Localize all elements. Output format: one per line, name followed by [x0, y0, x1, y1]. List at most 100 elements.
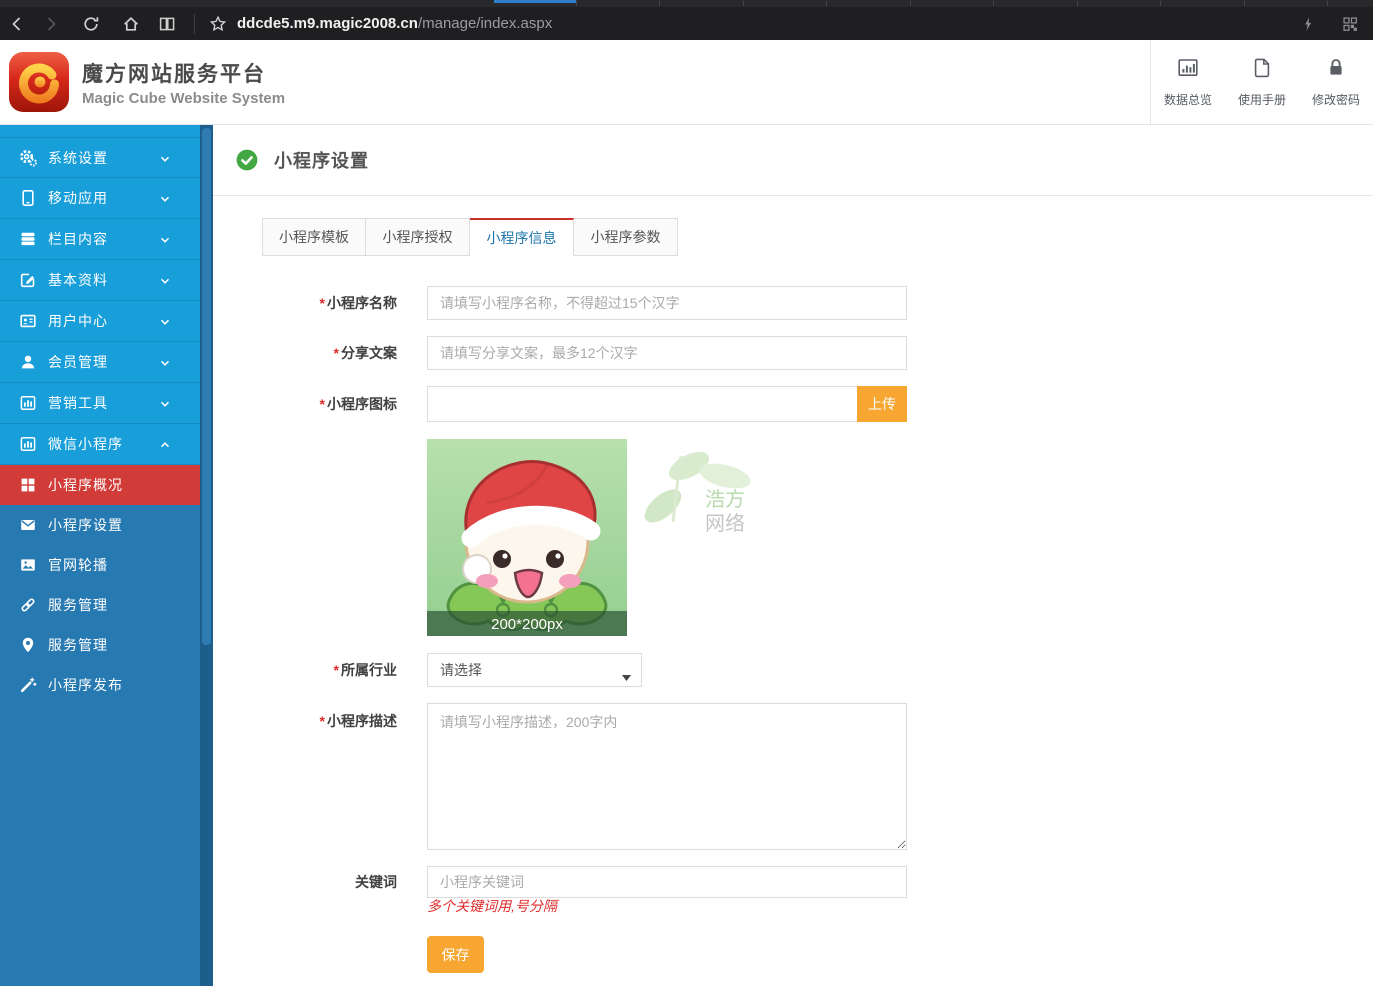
address-bar[interactable]: ddcde5.m9.magic2008.cn/manage/index.aspx: [237, 15, 1291, 32]
icon-preview-row: 200*200px 浩方 网络: [427, 439, 1373, 636]
label-text: 小程序名称: [327, 295, 397, 311]
icon-upload-field: 上传: [427, 386, 907, 422]
sidebar-item-mobile-app[interactable]: 移动应用: [0, 178, 200, 219]
sidebar-item-member-management[interactable]: 会员管理: [0, 342, 200, 383]
browser-toolbar: ddcde5.m9.magic2008.cn/manage/index.aspx: [0, 7, 1373, 40]
image-icon: [18, 555, 40, 575]
qr-code-icon[interactable]: [1333, 7, 1367, 40]
watermark-line1: 浩方: [705, 488, 745, 511]
sidebar-item-service-management-2[interactable]: 服务管理: [0, 625, 200, 665]
sidebar-item-label: 系统设置: [48, 148, 108, 168]
check-circle-icon: [236, 149, 258, 171]
icon-preview-image: 200*200px: [427, 439, 627, 636]
envelope-icon: [18, 515, 40, 535]
chevron-down-icon: [158, 152, 172, 171]
magic-cube-logo-icon: [8, 51, 70, 113]
data-overview-button[interactable]: 数据总览: [1151, 40, 1225, 124]
sidebar-scrollbar[interactable]: [200, 125, 213, 986]
tab-separator: [910, 1, 911, 6]
chevron-down-icon: [158, 192, 172, 211]
reading-list-button[interactable]: [150, 7, 184, 40]
sidebar-item-miniprogram-settings[interactable]: 小程序设置: [0, 505, 200, 545]
watermark: 浩方 网络: [637, 444, 752, 554]
label-text: 关键词: [355, 874, 397, 890]
sidebar-item-user-center[interactable]: 用户中心: [0, 301, 200, 342]
tab-label: 小程序模板: [279, 227, 349, 247]
watermark-line2: 网络: [705, 512, 745, 535]
sidebar-item-miniprogram-overview[interactable]: 小程序概况: [0, 465, 200, 505]
keywords-row: 关键词: [236, 866, 1373, 898]
flash-icon[interactable]: [1291, 7, 1325, 40]
tab-label: 小程序信息: [487, 228, 557, 248]
header-action-label: 修改密码: [1312, 91, 1360, 108]
sidebar-item-miniprogram-publish[interactable]: 小程序发布: [0, 665, 200, 705]
sidebar-item-label: 用户中心: [48, 311, 108, 331]
page-title: 小程序设置: [274, 147, 369, 173]
back-button[interactable]: [0, 7, 34, 40]
tab-separator: [1244, 1, 1245, 6]
lock-icon: [1324, 56, 1348, 85]
sidebar-item-marketing-tools[interactable]: 营销工具: [0, 383, 200, 424]
header-action-label: 使用手册: [1238, 91, 1286, 108]
tab-miniprogram-params[interactable]: 小程序参数: [574, 218, 678, 256]
tab-separator: [1077, 1, 1078, 6]
sidebar-item-website-carousel[interactable]: 官网轮播: [0, 545, 200, 585]
description-row: *小程序描述: [236, 703, 1373, 850]
tab-miniprogram-authorization[interactable]: 小程序授权: [366, 218, 470, 256]
document-icon: [1250, 56, 1274, 85]
description-label: *小程序描述: [236, 703, 397, 731]
label-text: 所属行业: [341, 662, 397, 678]
change-password-button[interactable]: 修改密码: [1299, 40, 1373, 124]
tab-separator: [659, 1, 660, 6]
industry-row: *所属行业 请选择: [236, 653, 1373, 687]
wand-icon: [18, 675, 40, 695]
miniprogram-info-form: *小程序名称 *分享文案 *小程序图标 上传: [236, 286, 1373, 973]
favorite-star-button[interactable]: [201, 7, 235, 40]
user-manual-button[interactable]: 使用手册: [1225, 40, 1299, 124]
required-mark: *: [320, 713, 325, 729]
tab-label: 小程序授权: [383, 227, 453, 247]
sidebar-main-menu: 系统设置 移动应用 栏目内容: [0, 125, 213, 465]
link-icon: [18, 595, 40, 615]
miniprogram-description-textarea[interactable]: [427, 703, 907, 850]
save-row: 保存: [427, 936, 1373, 973]
sidebar-item-column-content[interactable]: 栏目内容: [0, 219, 200, 260]
chevron-down-icon: [158, 233, 172, 252]
edit-icon: [18, 270, 40, 290]
keywords-input[interactable]: [427, 866, 907, 898]
save-button[interactable]: 保存: [427, 936, 484, 973]
share-copy-input[interactable]: [427, 336, 907, 370]
required-mark: *: [320, 396, 325, 412]
required-mark: *: [320, 295, 325, 311]
sidebar-item-system-settings[interactable]: 系统设置: [0, 137, 200, 178]
upload-button[interactable]: 上传: [857, 386, 907, 422]
tab-miniprogram-info[interactable]: 小程序信息: [470, 218, 574, 256]
forward-button[interactable]: [34, 7, 68, 40]
bar-chart-icon: [1175, 56, 1201, 85]
home-button[interactable]: [114, 7, 148, 40]
industry-select[interactable]: 请选择: [427, 653, 642, 687]
share-label: *分享文案: [236, 343, 397, 363]
icon-path-input[interactable]: [427, 386, 857, 422]
tab-separator: [993, 1, 994, 6]
tab-separator: [743, 1, 744, 6]
tab-separator: [1160, 1, 1161, 6]
sidebar-submenu: 小程序概况 小程序设置 官网轮播: [0, 465, 213, 705]
refresh-button[interactable]: [74, 7, 108, 40]
miniprogram-name-input[interactable]: [427, 286, 907, 320]
chevron-down-icon: [622, 668, 631, 684]
app-header: 魔方网站服务平台 Magic Cube Website System 数据总览 …: [0, 40, 1373, 125]
sidebar: 系统设置 移动应用 栏目内容: [0, 125, 213, 986]
screen: ddcde5.m9.magic2008.cn/manage/index.aspx: [0, 0, 1373, 987]
sidebar-item-wechat-miniprogram[interactable]: 微信小程序: [0, 424, 200, 465]
tab-miniprogram-template[interactable]: 小程序模板: [262, 218, 366, 256]
sidebar-item-service-management[interactable]: 服务管理: [0, 585, 200, 625]
chart-box-icon: [18, 434, 40, 454]
tab-separator: [1327, 1, 1328, 6]
sidebar-item-basic-info[interactable]: 基本资料: [0, 260, 200, 301]
page-head: 小程序设置: [236, 147, 1373, 173]
browser-tabstrip: [0, 0, 1373, 7]
name-row: *小程序名称: [236, 286, 1373, 320]
sidebar-scrollbar-thumb[interactable]: [202, 128, 211, 645]
tab-separator: [576, 1, 577, 6]
